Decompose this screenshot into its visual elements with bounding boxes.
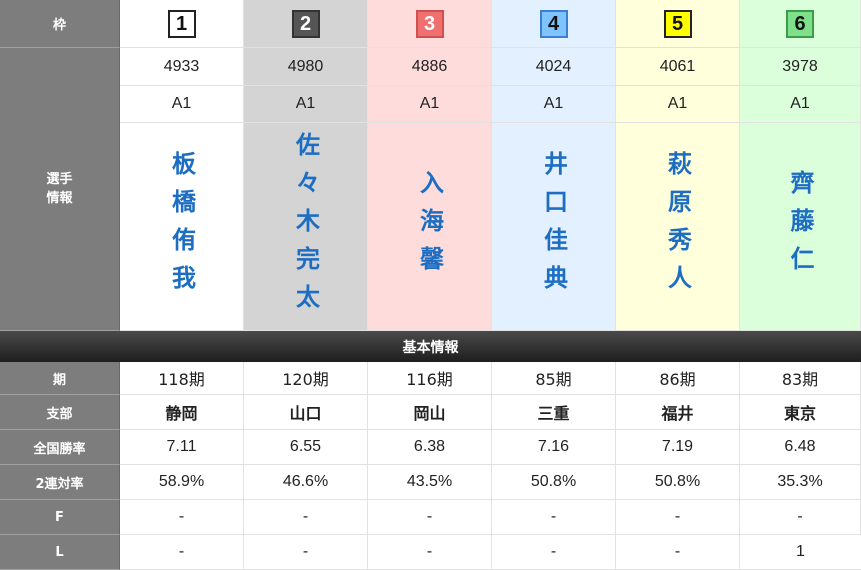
- racer-name-link[interactable]: 板橋侑我: [168, 151, 196, 303]
- branch-value: 東京: [740, 395, 861, 430]
- racer-name-link[interactable]: 井口佳典: [540, 151, 568, 303]
- waku-cell-6: 6: [740, 0, 861, 48]
- reg-number: 4024: [492, 48, 616, 86]
- branch-value: 山口: [244, 395, 368, 430]
- row-header-f: F: [0, 500, 120, 535]
- win-rate-value: 6.48: [740, 430, 861, 465]
- grade: A1: [368, 86, 492, 123]
- grade: A1: [740, 86, 861, 123]
- waku-number-badge: 1: [167, 9, 196, 38]
- f-count-value: -: [120, 500, 244, 535]
- reg-number: 4061: [616, 48, 740, 86]
- l-count-value: -: [244, 535, 368, 570]
- branch-value: 三重: [492, 395, 616, 430]
- racer-name-link[interactable]: 佐々木完太: [292, 132, 320, 322]
- branch-value: 静岡: [120, 395, 244, 430]
- l-count-value: 1: [740, 535, 861, 570]
- branch-value: 福井: [616, 395, 740, 430]
- waku-cell-4: 4: [492, 0, 616, 48]
- row-header-quinella-rate: 2連対率: [0, 465, 120, 500]
- waku-number-badge: 3: [415, 9, 444, 38]
- l-count-value: -: [616, 535, 740, 570]
- grade: A1: [616, 86, 740, 123]
- reg-number: 3978: [740, 48, 861, 86]
- racer-table: 枠 1 2 3 4 5 6 選手 情報 4933 4980 4886 4024 …: [0, 0, 861, 570]
- row-header-national-win-rate: 全国勝率: [0, 430, 120, 465]
- grade: A1: [120, 86, 244, 123]
- section-header-basic-info: 基本情報: [0, 331, 861, 362]
- win-rate-value: 7.19: [616, 430, 740, 465]
- f-count-value: -: [492, 500, 616, 535]
- waku-cell-2: 2: [244, 0, 368, 48]
- l-count-value: -: [368, 535, 492, 570]
- waku-number-badge: 2: [291, 9, 320, 38]
- waku-cell-5: 5: [616, 0, 740, 48]
- win-rate-value: 6.38: [368, 430, 492, 465]
- quinella-rate-value: 35.3%: [740, 465, 861, 500]
- quinella-rate-value: 50.8%: [492, 465, 616, 500]
- racer-name-cell[interactable]: 井口佳典: [492, 123, 616, 331]
- racer-name-cell[interactable]: 佐々木完太: [244, 123, 368, 331]
- grade: A1: [244, 86, 368, 123]
- waku-cell-1: 1: [120, 0, 244, 48]
- row-header-branch: 支部: [0, 395, 120, 430]
- win-rate-value: 6.55: [244, 430, 368, 465]
- reg-number: 4933: [120, 48, 244, 86]
- row-header-l: L: [0, 535, 120, 570]
- win-rate-value: 7.11: [120, 430, 244, 465]
- row-header-player-info: 選手 情報: [0, 48, 120, 331]
- row-header-term: 期: [0, 362, 120, 395]
- l-count-value: -: [492, 535, 616, 570]
- branch-value: 岡山: [368, 395, 492, 430]
- quinella-rate-value: 46.6%: [244, 465, 368, 500]
- racer-name-cell[interactable]: 齊藤仁: [740, 123, 861, 331]
- grade: A1: [492, 86, 616, 123]
- f-count-value: -: [740, 500, 861, 535]
- racer-name-link[interactable]: 齊藤仁: [786, 170, 814, 284]
- f-count-value: -: [244, 500, 368, 535]
- racer-name-cell[interactable]: 入海馨: [368, 123, 492, 331]
- term-value: 86期: [616, 362, 740, 395]
- term-value: 83期: [740, 362, 861, 395]
- racer-name-cell[interactable]: 萩原秀人: [616, 123, 740, 331]
- f-count-value: -: [368, 500, 492, 535]
- reg-number: 4980: [244, 48, 368, 86]
- quinella-rate-value: 50.8%: [616, 465, 740, 500]
- racer-name-link[interactable]: 入海馨: [416, 170, 444, 284]
- waku-number-badge: 4: [539, 9, 568, 38]
- quinella-rate-value: 58.9%: [120, 465, 244, 500]
- reg-number: 4886: [368, 48, 492, 86]
- waku-number-badge: 5: [663, 9, 692, 38]
- waku-number-badge: 6: [786, 9, 814, 38]
- term-value: 116期: [368, 362, 492, 395]
- quinella-rate-value: 43.5%: [368, 465, 492, 500]
- racer-name-link[interactable]: 萩原秀人: [664, 151, 692, 303]
- term-value: 120期: [244, 362, 368, 395]
- term-value: 85期: [492, 362, 616, 395]
- waku-cell-3: 3: [368, 0, 492, 48]
- term-value: 118期: [120, 362, 244, 395]
- f-count-value: -: [616, 500, 740, 535]
- l-count-value: -: [120, 535, 244, 570]
- racer-name-cell[interactable]: 板橋侑我: [120, 123, 244, 331]
- row-header-waku: 枠: [0, 0, 120, 48]
- win-rate-value: 7.16: [492, 430, 616, 465]
